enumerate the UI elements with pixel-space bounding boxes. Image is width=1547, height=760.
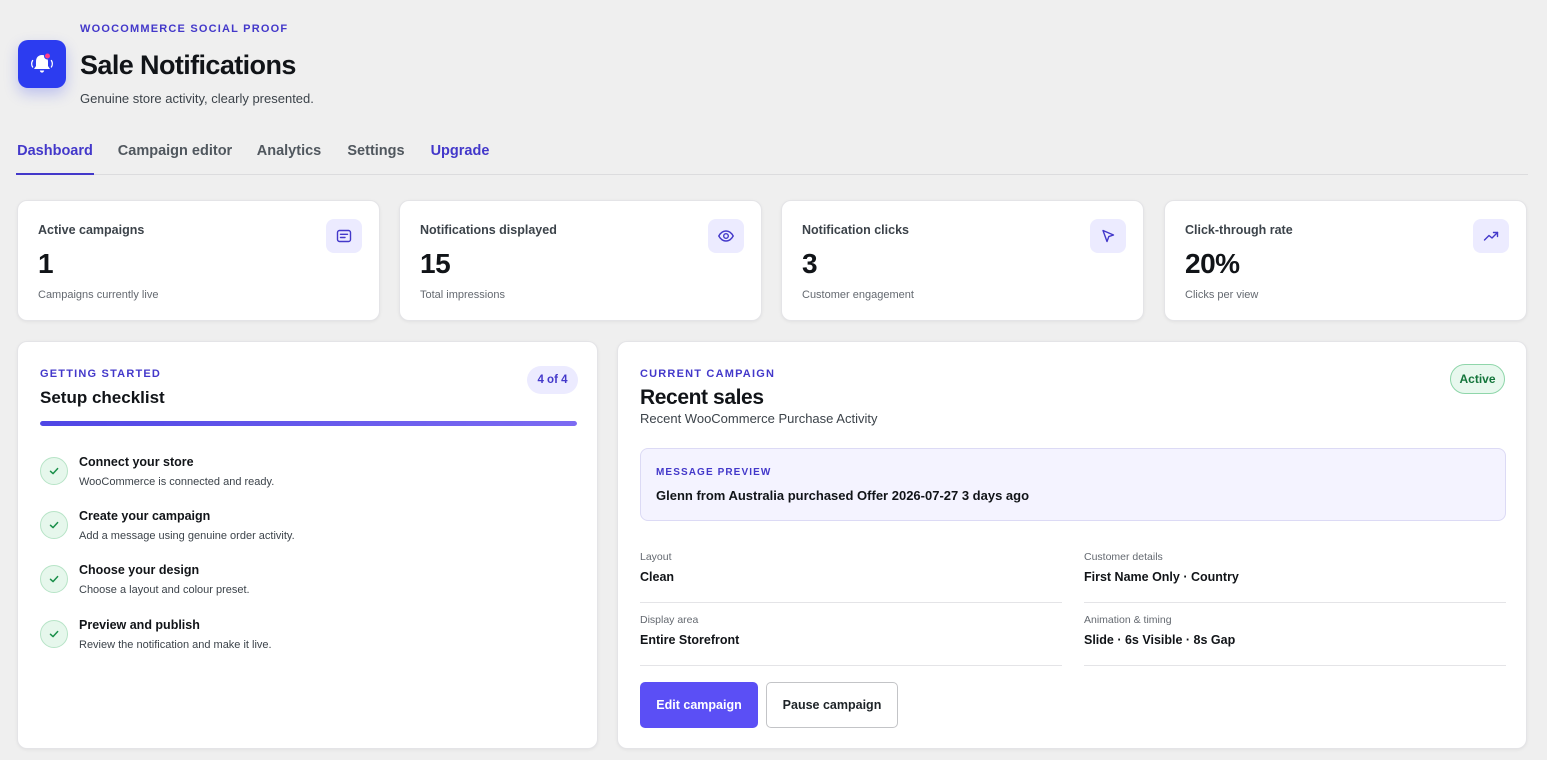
detail-layout: Layout Clean: [640, 551, 1062, 603]
tab-bar: Dashboard Campaign editor Analytics Sett…: [16, 140, 1528, 175]
tab-settings[interactable]: Settings: [346, 143, 406, 175]
stat-value: 20%: [1185, 248, 1240, 279]
checklist-count-badge: 4 of 4: [527, 366, 578, 394]
detail-value: First Name Only · Country: [1084, 570, 1239, 584]
checklist-item: Create your campaign Add a message using…: [40, 509, 570, 553]
stat-caption: Campaigns currently live: [38, 289, 159, 301]
detail-label: Display area: [640, 614, 699, 626]
dashboard-page: WOOCOMMERCE SOCIAL PROOF Sale Notificati…: [0, 0, 1547, 760]
checklist-item-desc: WooCommerce is connected and ready.: [79, 476, 275, 488]
campaign-subtitle: Recent WooCommerce Purchase Activity: [640, 411, 878, 426]
app-eyebrow: WOOCOMMERCE SOCIAL PROOF: [80, 23, 289, 35]
checklist-item-desc: Choose a layout and colour preset.: [79, 584, 250, 596]
page-title: Sale Notifications: [80, 50, 296, 80]
message-preview-text: Glenn from Australia purchased Offer 202…: [656, 488, 1030, 503]
stat-card-active-campaigns: Active campaigns 1 Campaigns currently l…: [17, 200, 380, 321]
checklist-title: Setup checklist: [40, 388, 165, 407]
stat-value: 1: [38, 248, 54, 279]
detail-label: Customer details: [1084, 551, 1163, 563]
checklist-item: Preview and publish Review the notificat…: [40, 618, 570, 662]
message-icon: [326, 219, 362, 253]
stat-value: 15: [420, 248, 451, 279]
stat-label: Notifications displayed: [420, 223, 557, 237]
edit-campaign-button[interactable]: Edit campaign: [640, 682, 758, 728]
checklist-item: Connect your store WooCommerce is connec…: [40, 455, 570, 499]
detail-display-area: Display area Entire Storefront: [640, 614, 1062, 666]
tab-campaign-editor[interactable]: Campaign editor: [117, 143, 233, 175]
page-subtitle: Genuine store activity, clearly presente…: [80, 91, 314, 106]
stat-value: 3: [802, 248, 818, 279]
message-preview-label: MESSAGE PREVIEW: [656, 467, 772, 478]
current-campaign-panel: CURRENT CAMPAIGN Recent sales Recent Woo…: [617, 341, 1527, 749]
checklist-progress-bar: [40, 421, 577, 426]
checklist-item: Choose your design Choose a layout and c…: [40, 563, 570, 607]
detail-value: Slide · 6s Visible · 8s Gap: [1084, 633, 1236, 647]
detail-animation-timing: Animation & timing Slide · 6s Visible · …: [1084, 614, 1506, 666]
detail-label: Layout: [640, 551, 672, 563]
checklist-item-title: Choose your design: [79, 563, 200, 577]
message-preview: MESSAGE PREVIEW Glenn from Australia pur…: [640, 448, 1506, 521]
checklist-item-desc: Review the notification and make it live…: [79, 639, 272, 651]
trending-up-icon: [1473, 219, 1509, 253]
check-icon: [40, 620, 68, 648]
status-badge: Active: [1450, 364, 1505, 394]
tab-analytics[interactable]: Analytics: [256, 143, 322, 175]
checklist-item-title: Connect your store: [79, 455, 194, 469]
stat-caption: Clicks per view: [1185, 289, 1259, 301]
pause-campaign-button[interactable]: Pause campaign: [766, 682, 898, 728]
stat-label: Click-through rate: [1185, 223, 1293, 237]
stat-card-click-through-rate: Click-through rate 20% Clicks per view: [1164, 200, 1527, 321]
tab-dashboard[interactable]: Dashboard: [16, 143, 94, 175]
checklist-progress-fill: [40, 421, 577, 426]
check-icon: [40, 511, 68, 539]
stat-label: Notification clicks: [802, 223, 909, 237]
checklist-item-title: Create your campaign: [79, 509, 211, 523]
tab-upgrade[interactable]: Upgrade: [429, 143, 491, 175]
stat-caption: Customer engagement: [802, 289, 914, 301]
setup-checklist-panel: GETTING STARTED Setup checklist 4 of 4 C…: [17, 341, 598, 749]
checklist-eyebrow: GETTING STARTED: [40, 368, 162, 380]
detail-value: Clean: [640, 570, 675, 584]
stat-label: Active campaigns: [38, 223, 145, 237]
detail-value: Entire Storefront: [640, 633, 740, 647]
campaign-title: Recent sales: [640, 386, 764, 409]
check-icon: [40, 565, 68, 593]
stat-caption: Total impressions: [420, 289, 505, 301]
campaign-eyebrow: CURRENT CAMPAIGN: [640, 368, 776, 380]
eye-icon: [708, 219, 744, 253]
checklist-item-title: Preview and publish: [79, 618, 200, 632]
bell-icon: [18, 40, 66, 88]
check-icon: [40, 457, 68, 485]
checklist-item-desc: Add a message using genuine order activi…: [79, 530, 295, 542]
cursor-icon: [1090, 219, 1126, 253]
detail-customer-details: Customer details First Name Only · Count…: [1084, 551, 1506, 603]
detail-label: Animation & timing: [1084, 614, 1172, 626]
stat-card-notifications-displayed: Notifications displayed 15 Total impress…: [399, 200, 762, 321]
stat-card-notification-clicks: Notification clicks 3 Customer engagemen…: [781, 200, 1144, 321]
